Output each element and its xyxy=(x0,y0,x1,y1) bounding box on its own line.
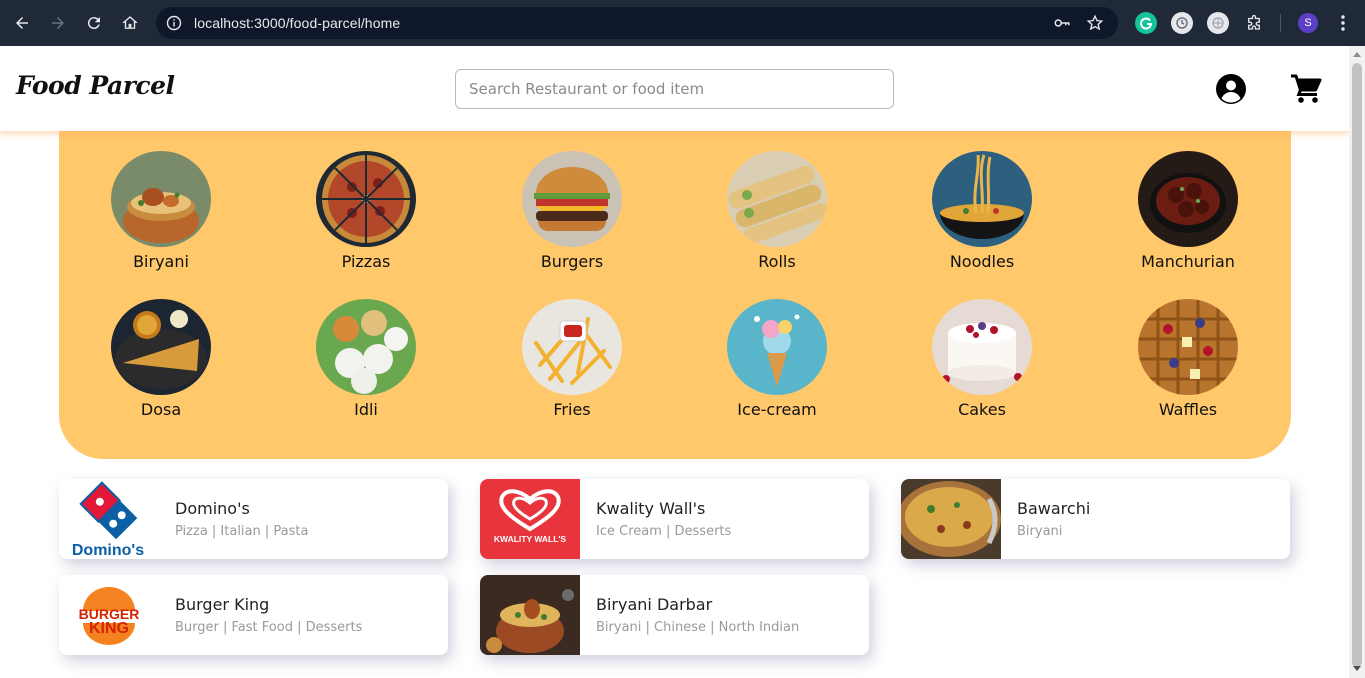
restaurant-name: Bawarchi xyxy=(1017,499,1091,518)
category-label: Rolls xyxy=(758,252,796,271)
category-idli[interactable]: Idli xyxy=(301,299,431,419)
forward-icon[interactable] xyxy=(46,11,70,35)
password-key-icon[interactable] xyxy=(1053,14,1071,32)
category-label: Noodles xyxy=(949,252,1015,271)
category-burgers[interactable]: Burgers xyxy=(507,151,637,271)
ice-cream-image xyxy=(727,299,827,395)
bawarchi-image xyxy=(901,479,1001,559)
site-header: Food Parcel xyxy=(0,46,1349,131)
browser-toolbar: localhost:3000/food-parcel/home S xyxy=(0,0,1365,46)
restaurant-cuisine: Ice Cream | Desserts xyxy=(596,524,732,539)
restaurant-cuisine: Biryani xyxy=(1017,524,1063,539)
page-scrollbar[interactable] xyxy=(1349,46,1365,678)
category-label: Biryani xyxy=(133,252,189,271)
restaurant-cuisine: Biryani | Chinese | North Indian xyxy=(596,620,800,635)
burger-king-logo-text: KING xyxy=(89,620,129,637)
biryani-image xyxy=(111,151,211,247)
reload-icon[interactable] xyxy=(82,11,106,35)
rolls-image xyxy=(727,151,827,247)
restaurant-card-dominos[interactable]: Domino's Domino's Pizza | Italian | Past… xyxy=(59,479,448,559)
category-cakes[interactable]: Cakes xyxy=(917,299,1047,419)
restaurant-name: Biryani Darbar xyxy=(596,595,713,614)
restaurant-name: Domino's xyxy=(175,499,250,518)
bookmark-star-icon[interactable] xyxy=(1086,14,1104,32)
waffles-image xyxy=(1138,299,1238,395)
noodles-image xyxy=(932,151,1032,247)
site-logo[interactable]: Food Parcel xyxy=(16,71,175,100)
restaurant-name: Burger King xyxy=(175,595,270,614)
page-viewport: Food Parcel Search Restaurant or food it… xyxy=(0,46,1349,678)
extensions-puzzle-icon[interactable] xyxy=(1243,12,1265,34)
profile-avatar[interactable]: S xyxy=(1298,13,1318,33)
categories-panel: Biryani Pizzas Burgers Rolls Noodles Man… xyxy=(59,121,1291,459)
scrollbar-thumb[interactable] xyxy=(1352,63,1362,667)
manchurian-image xyxy=(1138,151,1238,247)
burger-king-logo: BURGER KING xyxy=(59,575,159,655)
dosa-image xyxy=(111,299,211,395)
grammarly-icon[interactable] xyxy=(1135,12,1157,34)
home-icon[interactable] xyxy=(118,11,142,35)
category-noodles[interactable]: Noodles xyxy=(917,151,1047,271)
back-icon[interactable] xyxy=(10,11,34,35)
category-label: Idli xyxy=(354,400,378,419)
category-label: Cakes xyxy=(958,400,1006,419)
category-label: Dosa xyxy=(140,400,182,419)
restaurant-card-kwality-walls[interactable]: KWALITY WALL'S Kwality Wall's Ice Cream … xyxy=(480,479,869,559)
restaurant-cuisine: Burger | Fast Food | Desserts xyxy=(175,620,363,635)
burger-image xyxy=(522,151,622,247)
category-label: Ice-cream xyxy=(737,400,817,419)
restaurant-cuisine: Pizza | Italian | Pasta xyxy=(175,524,309,539)
scroll-up-icon[interactable] xyxy=(1353,52,1361,57)
dominos-logo: Domino's xyxy=(59,479,159,559)
restaurant-card-burger-king[interactable]: BURGER KING Burger King Burger | Fast Fo… xyxy=(59,575,448,655)
category-ice-cream[interactable]: Ice-cream xyxy=(712,299,842,419)
restaurant-name: Kwality Wall's xyxy=(596,499,706,518)
cart-icon[interactable] xyxy=(1289,72,1323,106)
pizza-image xyxy=(316,151,416,247)
dominos-logo-text: Domino's xyxy=(72,542,144,559)
toolbar-divider xyxy=(1280,14,1281,32)
category-rolls[interactable]: Rolls xyxy=(712,151,842,271)
category-label: Fries xyxy=(553,400,591,419)
address-bar[interactable]: localhost:3000/food-parcel/home xyxy=(156,7,1118,39)
search-input[interactable] xyxy=(455,69,894,109)
category-label: Pizzas xyxy=(341,252,391,271)
idli-image xyxy=(316,299,416,395)
biryani-darbar-image xyxy=(480,575,580,655)
kwality-logo-text: KWALITY WALL'S xyxy=(494,534,567,544)
url-text: localhost:3000/food-parcel/home xyxy=(194,15,401,31)
scroll-down-icon[interactable] xyxy=(1353,666,1361,671)
cake-image xyxy=(932,299,1032,395)
category-pizzas[interactable]: Pizzas xyxy=(301,151,431,271)
category-biryani[interactable]: Biryani xyxy=(96,151,226,271)
site-info-icon[interactable] xyxy=(166,15,182,31)
extension-clock-icon[interactable] xyxy=(1171,12,1193,34)
restaurant-card-bawarchi[interactable]: Bawarchi Biryani xyxy=(901,479,1290,559)
kwality-walls-logo: KWALITY WALL'S xyxy=(480,479,580,559)
category-manchurian[interactable]: Manchurian xyxy=(1123,151,1253,271)
restaurant-card-biryani-darbar[interactable]: Biryani Darbar Biryani | Chinese | North… xyxy=(480,575,869,655)
category-fries[interactable]: Fries xyxy=(507,299,637,419)
category-dosa[interactable]: Dosa xyxy=(96,299,226,419)
account-icon[interactable] xyxy=(1214,72,1248,106)
fries-image xyxy=(522,299,622,395)
category-label: Burgers xyxy=(540,252,604,271)
extension-globe-icon[interactable] xyxy=(1207,12,1229,34)
more-menu-icon[interactable] xyxy=(1333,12,1353,34)
category-label: Manchurian xyxy=(1141,252,1235,271)
category-label: Waffles xyxy=(1158,400,1218,419)
category-waffles[interactable]: Waffles xyxy=(1123,299,1253,419)
